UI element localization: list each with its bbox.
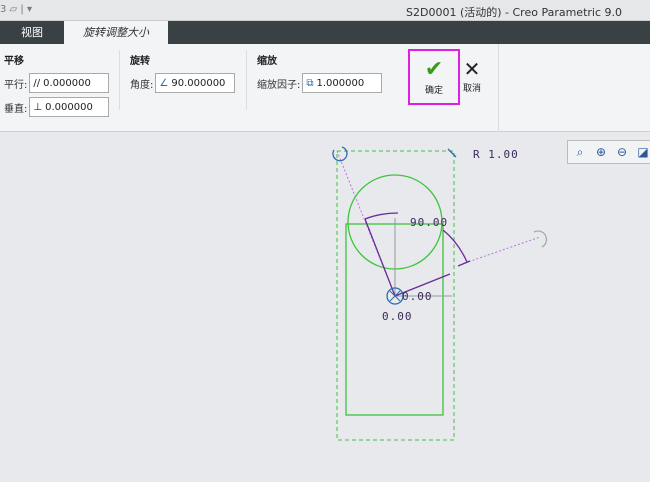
divider bbox=[246, 50, 247, 110]
group-title: 缩放 bbox=[257, 56, 277, 67]
angle-arc bbox=[442, 229, 468, 263]
sketch-canvas[interactable]: R 1.00 90.00 0.00 0.00 bbox=[0, 133, 650, 479]
zoom-out-icon[interactable]: ⊖ bbox=[614, 144, 630, 160]
parallel-label: 平行: bbox=[4, 79, 28, 91]
scale-factor-label: 缩放因子: bbox=[257, 79, 301, 91]
translate-group: 平移 平行: //0.000000 垂直: ⊥ 0.000000 bbox=[4, 52, 110, 121]
dimension-line bbox=[364, 218, 396, 297]
checkmark-icon: ✔ bbox=[424, 57, 444, 82]
tab-rotate-resize[interactable]: 旋转调整大小 bbox=[64, 21, 168, 44]
divider bbox=[119, 50, 120, 110]
horizontal-dimension[interactable]: 0.00 bbox=[402, 290, 433, 303]
radius-dimension[interactable]: R 1.00 bbox=[473, 148, 519, 161]
perpendicular-input[interactable]: ⊥ 0.000000 bbox=[29, 97, 110, 117]
close-icon: ✕ bbox=[463, 57, 481, 81]
parallel-input[interactable]: //0.000000 bbox=[29, 73, 110, 93]
parallel-value: 0.000000 bbox=[43, 77, 91, 89]
cancel-label: 取消 bbox=[462, 84, 481, 94]
scale-group: 缩放 缩放因子: ⧉ 1.000000 bbox=[257, 52, 383, 97]
scale-factor-value: 1.000000 bbox=[316, 77, 365, 89]
angle-arc bbox=[364, 212, 399, 220]
ok-label: 确定 bbox=[424, 86, 443, 96]
angle-dimension[interactable]: 90.00 bbox=[410, 216, 448, 229]
zoom-in-icon[interactable]: ⊕ bbox=[593, 144, 609, 160]
scale-handle-icon[interactable] bbox=[447, 148, 457, 158]
sketch-drawing: R 1.00 90.00 0.00 0.00 bbox=[332, 146, 548, 441]
angle-input[interactable]: ∠ 90.000000 bbox=[155, 73, 236, 93]
cancel-button[interactable]: ✕ 取消 bbox=[460, 49, 484, 105]
ok-button[interactable]: ✔ 确定 bbox=[408, 49, 460, 105]
angle-value: 90.000000 bbox=[171, 77, 226, 89]
refit-icon[interactable]: ⌕ bbox=[572, 144, 588, 160]
scale-factor-input[interactable]: ⧉ 1.000000 bbox=[302, 73, 383, 93]
title-bar: 3 ▱ | ▾ S2D0001 (活动的) - Creo Parametric … bbox=[0, 0, 650, 21]
group-title: 旋转 bbox=[130, 56, 150, 67]
scale-guide-line bbox=[464, 236, 541, 264]
rotate-handle-icon[interactable] bbox=[533, 230, 548, 248]
angle-label: 角度: bbox=[130, 79, 154, 91]
vertical-dimension[interactable]: 0.00 bbox=[382, 310, 413, 323]
ribbon: 平移 平行: //0.000000 垂直: ⊥ 0.000000 旋转 角度: ∠… bbox=[0, 44, 650, 132]
quick-access-toolbar[interactable]: 3 ▱ | ▾ bbox=[0, 4, 32, 15]
parallel-icon: // bbox=[33, 77, 41, 89]
dimension-tick bbox=[457, 260, 471, 267]
display-style-icon[interactable]: ◪ bbox=[635, 144, 650, 160]
perpendicular-value: 0.000000 bbox=[45, 101, 93, 113]
divider bbox=[498, 44, 499, 132]
window-title: S2D0001 (活动的) - Creo Parametric 9.0 bbox=[406, 6, 622, 19]
ribbon-tabs: 视图 旋转调整大小 bbox=[0, 21, 650, 44]
rotate-group: 旋转 角度: ∠ 90.000000 bbox=[130, 52, 236, 97]
group-title: 平移 bbox=[4, 56, 24, 67]
view-toolbar: ⌕ ⊕ ⊖ ◪ bbox=[567, 140, 650, 164]
angle-icon: ∠ bbox=[159, 77, 169, 89]
perpendicular-label: 垂直: bbox=[4, 103, 28, 115]
perpendicular-icon: ⊥ bbox=[33, 101, 43, 113]
scale-icon: ⧉ bbox=[306, 77, 314, 89]
tab-view[interactable]: 视图 bbox=[0, 21, 64, 44]
